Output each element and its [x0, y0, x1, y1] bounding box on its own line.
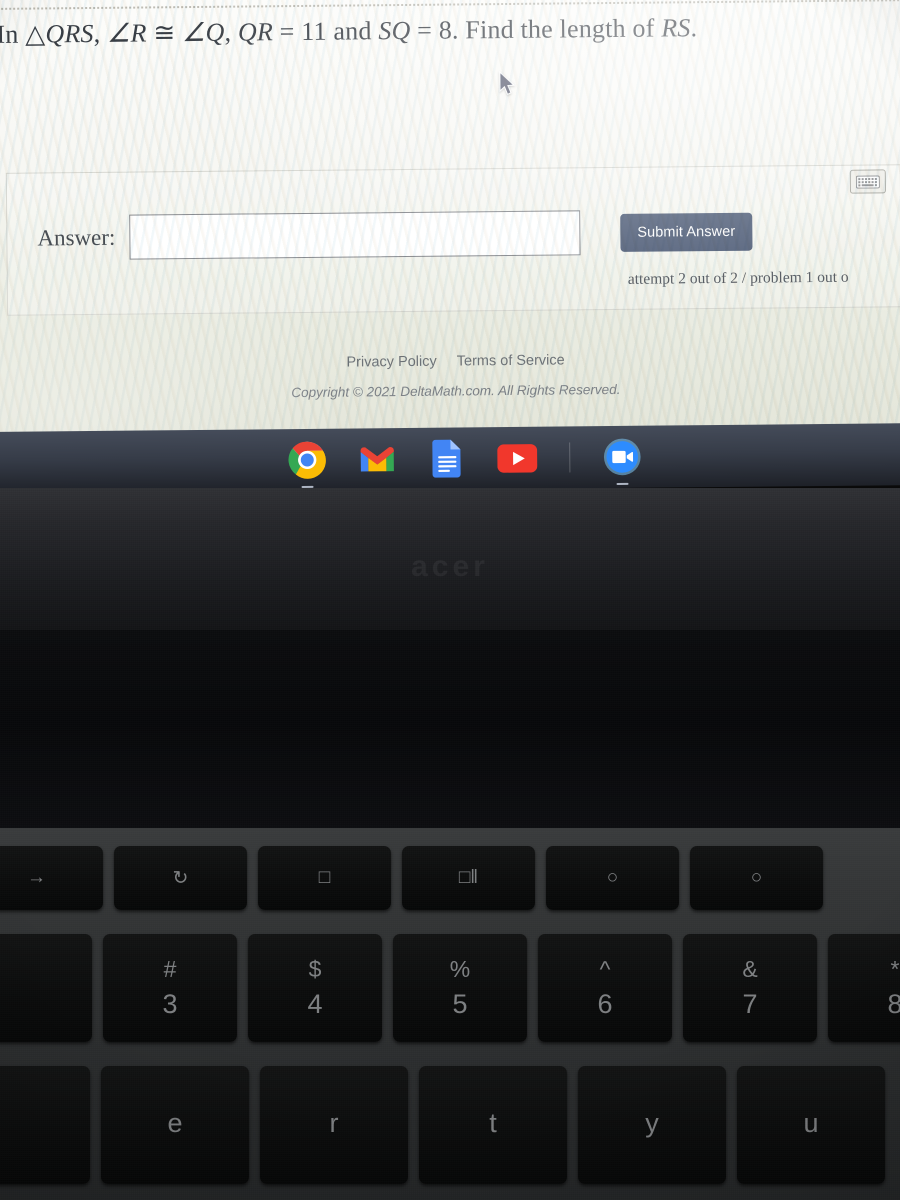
key-5-number: 5: [452, 989, 468, 1019]
key-5-symbol: %: [449, 956, 471, 982]
shelf-separator: [569, 442, 571, 473]
triangle-symbol: △: [25, 19, 46, 49]
google-docs-icon: [432, 439, 461, 478]
key-u[interactable]: u: [737, 1066, 885, 1184]
angle-r: ∠R: [106, 18, 147, 48]
copyright-text: Copyright © 2021 DeltaMath.com. All Righ…: [291, 381, 621, 401]
key-r[interactable]: r: [260, 1066, 408, 1184]
problem-text-line: In △QRS, ∠R ≅ ∠Q, QR = 11 and SQ = 8. Fi…: [0, 11, 900, 50]
congruent-symbol: ≅: [153, 18, 176, 48]
youtube-icon: [497, 443, 538, 473]
key-fullscreen[interactable]: □: [258, 846, 391, 910]
conjunction-and: and: [333, 16, 372, 46]
photo-of-chromebook: In △QRS, ∠R ≅ ∠Q, QR = 11 and SQ = 8. Fi…: [0, 0, 900, 1200]
privacy-policy-link[interactable]: Privacy Policy: [346, 354, 436, 371]
keyboard-letter-row: e r t y u: [0, 1066, 885, 1184]
key-e-label: e: [167, 1107, 183, 1138]
problem-comma-2: ,: [224, 17, 239, 47]
key-forward[interactable]: →: [0, 846, 103, 910]
key-u-label: u: [803, 1107, 819, 1138]
angle-q: ∠Q: [181, 17, 225, 48]
laptop-hinge: [0, 630, 900, 856]
segment-rs: RS: [661, 13, 691, 43]
problem-period: .: [690, 13, 698, 43]
key-e[interactable]: e: [101, 1066, 249, 1184]
keyboard-function-row: → ↻ □ □‖ ○ ○: [0, 846, 823, 910]
key-brightness-down[interactable]: ○: [546, 846, 679, 910]
key-3-number: 3: [162, 989, 178, 1019]
shelf-item-zoom[interactable]: [602, 437, 642, 485]
problem-prefix: In: [0, 19, 19, 49]
key-3-symbol: #: [163, 956, 177, 982]
key-6-number: 6: [597, 989, 613, 1019]
shelf-item-chrome[interactable]: [287, 440, 327, 489]
chrome-icon: [288, 441, 326, 479]
key-y[interactable]: y: [578, 1066, 726, 1184]
zoom-icon: [603, 438, 641, 476]
key-8-number: 8: [887, 989, 900, 1019]
value-qr: 11: [301, 16, 327, 46]
triangle-name: QRS: [45, 18, 94, 49]
answer-panel: Answer: Submit Answer attempt 2 out of 2…: [5, 164, 900, 316]
key-overview[interactable]: □‖: [402, 846, 535, 910]
acer-brand-logo: acer: [411, 550, 489, 583]
answer-row: Answer: Submit Answer: [37, 209, 753, 261]
problem-comma-1: ,: [93, 18, 108, 48]
key-brightness-up[interactable]: ○: [690, 846, 823, 910]
key-4[interactable]: $ 4: [248, 934, 382, 1042]
key-w[interactable]: [0, 1066, 90, 1184]
segment-sq: SQ: [378, 15, 411, 46]
shelf-item-youtube[interactable]: [497, 438, 538, 478]
key-6-symbol: ^: [599, 956, 611, 982]
answer-label: Answer:: [37, 224, 116, 251]
chromeos-shelf: [0, 423, 900, 494]
shelf-item-gmail[interactable]: [357, 439, 397, 479]
key-7[interactable]: & 7: [683, 934, 817, 1042]
key-7-number: 7: [742, 989, 758, 1019]
key-t[interactable]: t: [419, 1066, 567, 1184]
shelf-item-google-docs[interactable]: [427, 438, 467, 478]
equals-1: =: [279, 17, 295, 47]
top-divider: [0, 0, 900, 10]
submit-answer-button[interactable]: Submit Answer: [620, 212, 753, 252]
gmail-icon: [360, 447, 394, 472]
key-4-number: 4: [307, 989, 323, 1019]
key-8[interactable]: * 8: [828, 934, 900, 1042]
key-5[interactable]: % 5: [393, 934, 527, 1042]
mouse-pointer-icon: [499, 70, 516, 96]
value-sq: 8: [438, 15, 453, 45]
attempt-status: attempt 2 out of 2 / problem 1 out o: [627, 268, 849, 288]
page-footer: Privacy Policy Terms of Service Copyrigh…: [0, 349, 900, 403]
key-y-label: y: [645, 1107, 659, 1138]
footer-links: Privacy Policy Terms of Service: [0, 349, 900, 374]
key-2[interactable]: [0, 934, 92, 1042]
segment-qr: QR: [237, 17, 274, 47]
fullscreen-icon: □: [318, 867, 331, 888]
chromebook-screen: In △QRS, ∠R ≅ ∠Q, QR = 11 and SQ = 8. Fi…: [0, 0, 900, 438]
key-r-label: r: [329, 1107, 339, 1138]
terms-of-service-link[interactable]: Terms of Service: [457, 352, 565, 369]
answer-input[interactable]: [129, 210, 581, 260]
key-8-symbol: *: [890, 956, 900, 982]
key-4-symbol: $: [308, 956, 322, 982]
problem-statement: In △QRS, ∠R ≅ ∠Q, QR = 11 and SQ = 8. Fi…: [0, 11, 900, 50]
keyboard-icon[interactable]: [849, 169, 886, 194]
keyboard-glyph: [855, 174, 880, 189]
refresh-icon: ↻: [172, 867, 189, 889]
key-refresh[interactable]: ↻: [114, 846, 247, 910]
keyboard-number-row: # 3 $ 4 % 5 ^ 6 & 7 * 8: [0, 934, 900, 1042]
brightness-up-icon: ○: [750, 867, 763, 888]
key-7-symbol: &: [742, 956, 758, 982]
key-t-label: t: [489, 1107, 497, 1138]
laptop-body: acer → ↻ □ □‖ ○ ○ # 3 $ 4 % 5 ^ 6 & 7 * …: [0, 488, 900, 1200]
screen-bezel: acer: [0, 488, 900, 630]
key-6[interactable]: ^ 6: [538, 934, 672, 1042]
brightness-icon: ○: [606, 867, 619, 888]
equals-2: =: [417, 15, 433, 45]
problem-suffix: . Find the length of: [451, 13, 662, 45]
overview-windows-icon: □‖: [458, 867, 479, 888]
forward-arrow-icon: →: [27, 867, 46, 888]
key-3[interactable]: # 3: [103, 934, 237, 1042]
zoom-running-indicator: [616, 482, 629, 485]
